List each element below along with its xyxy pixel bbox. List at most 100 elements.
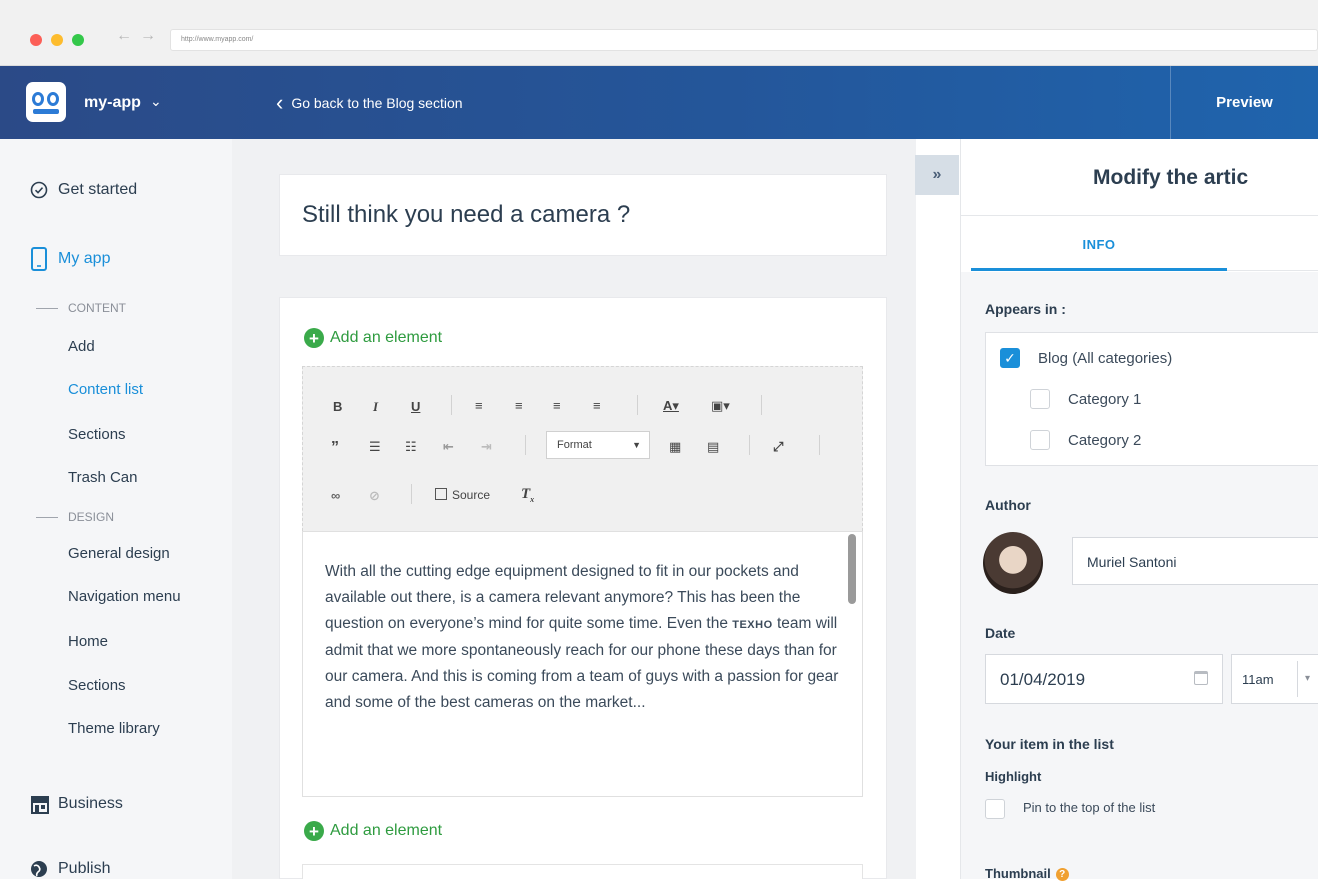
text-color-icon[interactable]: A▾ [663,398,679,414]
sidebar-item-publish[interactable]: Publish [30,860,110,878]
sidebar-item-design-sections[interactable]: Sections [68,677,126,694]
sidebar-item-label: My app [58,250,111,267]
add-element-label: Add an element [330,329,443,346]
back-to-blog-link[interactable]: ‹ Go back to the Blog section [276,91,463,115]
sidebar-item-label: Business [58,795,123,812]
background-color-icon[interactable]: ▣▾ [711,398,730,414]
maximize-window-button[interactable] [72,34,84,46]
app-switcher-label[interactable]: my-app [84,94,141,112]
content-section-heading: CONTENT [36,301,126,315]
preview-button[interactable]: Preview [1170,66,1318,139]
double-chevron-right-icon: » [932,166,942,183]
blockquote-icon[interactable]: ” [331,439,339,457]
decrease-indent-icon[interactable]: ⇤ [443,439,454,455]
source-button[interactable]: Source [435,488,490,502]
source-code-icon [435,488,447,500]
category-checkbox-2[interactable] [1030,430,1050,450]
sidebar-item-general-design[interactable]: General design [68,545,170,562]
sidebar-item-business[interactable]: Business [30,794,123,814]
tab-info[interactable]: INFO [971,216,1227,272]
italic-button[interactable]: I [373,399,378,415]
plus-circle-icon: + [304,328,324,348]
chevron-down-icon[interactable]: ⌄ [150,93,162,110]
sidebar-item-content-list[interactable]: Content list [68,381,143,398]
article-settings-panel: Modify the artic INFO Appears in : ✓ Blo… [960,139,1318,881]
article-title-card[interactable]: Still think you need a camera ? [279,174,887,256]
align-justify-icon[interactable]: ≡ [593,398,601,413]
url-bar[interactable]: http://www.myapp.com/ [170,29,1318,51]
unlink-icon[interactable]: ⊘ [369,488,380,504]
time-value: 11am [1242,672,1274,687]
bulleted-list-icon[interactable]: ☰ [369,439,381,455]
date-value: 01/04/2019 [1000,670,1086,689]
sidebar-item-label: Get started [58,181,138,198]
category-label-2: Category 2 [1068,432,1142,449]
sidebar-item-home[interactable]: Home [68,633,108,650]
category-label-1: Category 1 [1068,391,1142,408]
sidebar: Get started My app CONTENT Add Content l… [0,139,232,879]
underline-button[interactable]: U [411,399,420,414]
store-icon [30,794,58,814]
link-icon[interactable]: ∞ [331,488,340,503]
panel-title: Modify the artic [1093,166,1249,189]
brand-name: TEXHO [732,619,773,631]
article-title[interactable]: Still think you need a camera ? [302,201,630,229]
remove-format-icon[interactable]: Tx [521,486,534,504]
minimize-window-button[interactable] [51,34,63,46]
smartphone-icon [30,247,58,271]
numbered-list-icon[interactable]: ☷ [405,439,417,455]
sidebar-item-sections[interactable]: Sections [68,426,126,443]
category-checkbox-1[interactable] [1030,389,1050,409]
sidebar-item-label: Publish [58,860,111,877]
maximize-icon[interactable]: ⤢ [773,439,783,455]
sidebar-item-trash-can[interactable]: Trash Can [68,469,137,486]
sidebar-item-theme-library[interactable]: Theme library [68,720,160,737]
align-right-icon[interactable]: ≡ [553,398,561,413]
sidebar-item-add[interactable]: Add [68,338,95,355]
sidebar-item-get-started[interactable]: Get started [30,181,137,199]
design-section-heading: DESIGN [36,510,114,524]
caret-down-icon[interactable]: ▾ [1305,673,1310,684]
author-field[interactable]: Muriel Santoni [1072,537,1318,585]
pin-to-top-label: Pin to the top of the list [1023,800,1156,815]
bold-button[interactable]: B [333,399,342,414]
list-section-label: Your item in the list [985,736,1114,752]
app-logo-icon[interactable] [26,82,66,122]
help-icon[interactable]: ? [1055,868,1069,881]
browser-chrome: ← → http://www.myapp.com/ [0,0,1318,66]
add-element-label: Add an element [330,822,443,839]
editor-scrollbar[interactable] [848,534,856,604]
increase-indent-icon[interactable]: ⇥ [481,439,492,455]
collapse-panel-button[interactable]: » [915,155,959,195]
active-tab-indicator [971,268,1227,271]
author-label: Author [985,497,1031,513]
check-circle-icon [30,181,58,199]
plus-circle-icon: + [304,821,324,841]
add-element-button[interactable]: + Add an element [304,328,442,348]
align-left-icon[interactable]: ≡ [475,398,483,413]
date-label: Date [985,625,1016,641]
table-icon[interactable]: ▦ [669,439,681,455]
article-body-editor[interactable]: With all the cutting edge equipment desi… [302,531,863,797]
add-element-button-bottom[interactable]: + Add an element [304,821,442,841]
sidebar-item-my-app[interactable]: My app [30,247,110,271]
caret-down-icon: ▼ [632,440,641,450]
close-window-button[interactable] [30,34,42,46]
browser-back-icon[interactable]: ← [116,27,132,45]
back-link-label: Go back to the Blog section [291,95,463,111]
browser-forward-icon[interactable]: → [140,27,156,45]
date-field[interactable]: 01/04/2019 [985,654,1223,704]
format-select[interactable]: Format ▼ [546,431,650,459]
category-label-blog: Blog (All categories) [1038,350,1173,367]
rich-text-toolbar: B I U ≡ ≡ ≡ ≡ A▾ ▣▾ ” ☰ ☷ ⇤ ⇥ Format ▼ ▦… [302,366,863,531]
appears-in-label: Appears in : [985,301,1066,317]
category-checkbox-blog[interactable]: ✓ [1000,348,1020,368]
app-header: my-app ⌄ ‹ Go back to the Blog section P… [0,66,1318,139]
article-body-text[interactable]: With all the cutting edge equipment desi… [325,559,845,716]
horizontal-rule-icon[interactable]: ▤ [707,439,719,455]
calendar-icon[interactable] [1194,671,1208,685]
sidebar-item-navigation-menu[interactable]: Navigation menu [68,588,181,605]
align-center-icon[interactable]: ≡ [515,398,523,413]
pin-to-top-checkbox[interactable] [985,799,1005,819]
author-avatar [983,532,1043,594]
